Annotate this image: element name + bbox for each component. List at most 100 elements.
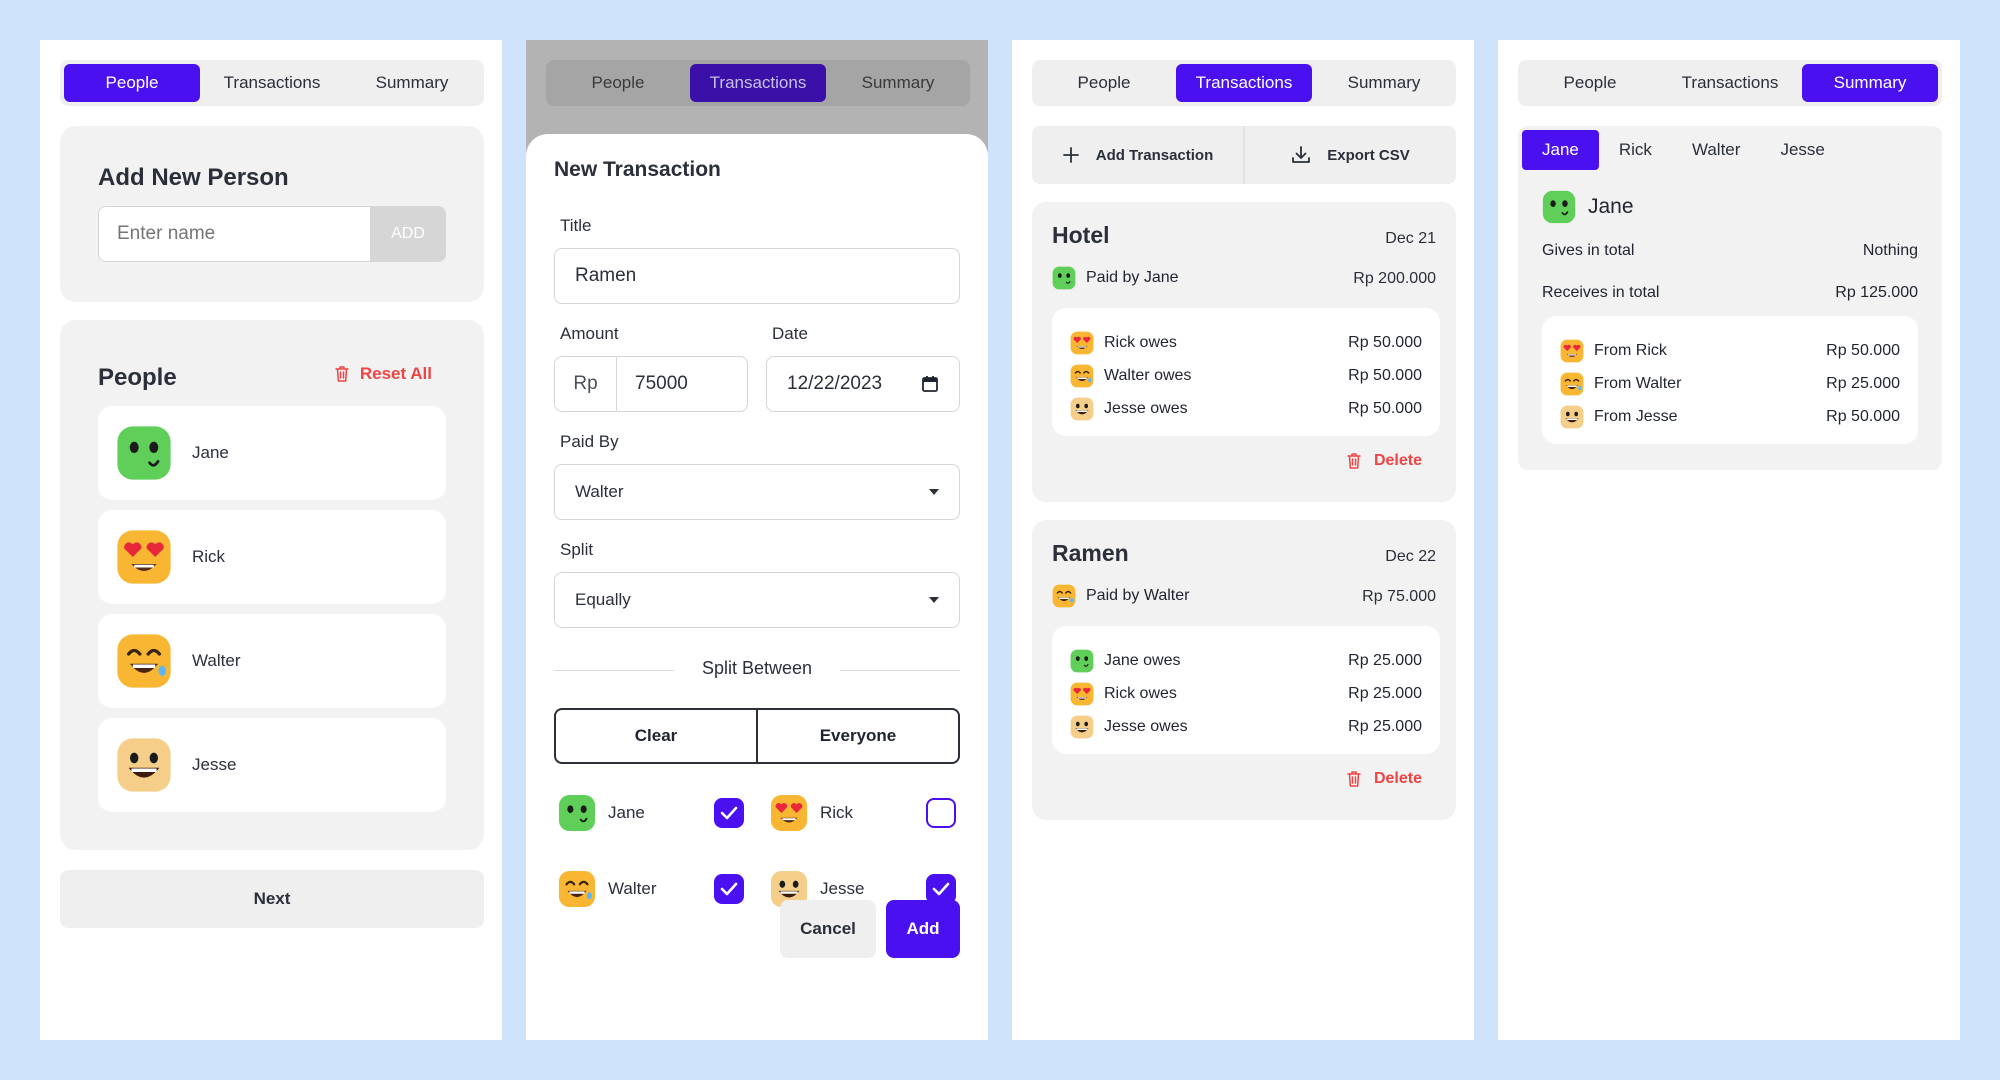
person-name: Jesse: [192, 755, 237, 774]
person-tab-walter[interactable]: Walter: [1672, 130, 1761, 170]
owe-label: Rick owes: [1104, 333, 1177, 351]
owe-label: Jesse owes: [1104, 399, 1188, 417]
participant-jane: Jane: [558, 794, 645, 832]
tab-summary[interactable]: Summary: [1316, 64, 1452, 102]
cancel-button[interactable]: Cancel: [780, 900, 876, 958]
person-tab-jane[interactable]: Jane: [1522, 130, 1599, 170]
clear-button[interactable]: Clear: [556, 710, 758, 762]
participant-checkbox-rick[interactable]: [926, 798, 956, 828]
calendar-icon[interactable]: [921, 375, 939, 393]
person-row[interactable]: Walter: [98, 614, 446, 708]
tab-people[interactable]: People: [64, 64, 200, 102]
tab-transactions[interactable]: Transactions: [1662, 64, 1798, 102]
participant-checkbox-walter[interactable]: [714, 874, 744, 904]
transaction-total: Rp 200.000: [1353, 270, 1436, 287]
person-name: Rick: [192, 547, 226, 566]
owe-row: Jesse owes Rp 25.000: [1070, 710, 1422, 743]
checkmark-icon: [720, 882, 738, 896]
add-transaction-button[interactable]: Add Transaction: [1032, 126, 1245, 184]
export-csv-button[interactable]: Export CSV: [1245, 126, 1456, 184]
paid-by-line: Paid by Walter: [1052, 584, 1189, 608]
grin-avatar-icon: [1560, 405, 1584, 429]
owe-row: Walter owes Rp 50.000: [1070, 359, 1422, 392]
amount-value: 75000: [635, 373, 688, 394]
tab-summary: Summary: [861, 73, 935, 92]
from-row: From Rick Rp 50.000: [1560, 334, 1900, 367]
title-label: Title: [560, 216, 592, 235]
title-input[interactable]: Ramen: [554, 248, 960, 304]
participant-name: Jesse: [820, 879, 865, 898]
amount-input[interactable]: Rp 75000: [554, 356, 748, 412]
date-value: 12/22/2023: [787, 373, 883, 394]
sheet-title: New Transaction: [554, 158, 721, 181]
owe-label: Jesse owes: [1104, 717, 1188, 735]
green-face-avatar-icon: [116, 425, 172, 481]
checkmark-icon: [720, 806, 738, 820]
tab-transactions[interactable]: Transactions: [1176, 64, 1312, 102]
delete-transaction-button[interactable]: Delete: [1346, 452, 1422, 470]
summary-card: Jane Rick Walter Jesse Jane Gives in tot…: [1518, 126, 1942, 470]
paid-by-label: Paid By: [560, 432, 619, 451]
owes-list: Jane owes Rp 25.000 Rick owes Rp 25.000 …: [1052, 626, 1440, 754]
paid-by-text: Paid by Walter: [1086, 587, 1190, 604]
tears-of-joy-avatar-icon: [558, 870, 596, 908]
tab-transactions: Transactions: [690, 64, 826, 102]
tab-summary[interactable]: Summary: [344, 64, 480, 102]
from-row: From Walter Rp 25.000: [1560, 367, 1900, 400]
tab-people[interactable]: People: [1036, 64, 1172, 102]
tears-of-joy-avatar-icon: [1560, 372, 1584, 396]
selected-person-name: Jane: [1588, 195, 1634, 218]
tab-bar: People Transactions Summary: [1032, 60, 1456, 106]
everyone-button[interactable]: Everyone: [758, 710, 958, 762]
participant-rick: Rick: [770, 794, 853, 832]
add-transaction-label: Add Transaction: [1095, 146, 1214, 164]
person-row[interactable]: Jane: [98, 406, 446, 500]
heart-eyes-avatar-icon: [1560, 339, 1584, 363]
participant-name: Rick: [820, 803, 854, 822]
reset-all-label: Reset All: [359, 364, 432, 383]
person-tab-rick[interactable]: Rick: [1599, 130, 1672, 170]
paid-by-select[interactable]: Walter: [554, 464, 960, 520]
owe-amount: Rp 50.000: [1348, 366, 1422, 384]
name-input[interactable]: [98, 206, 370, 262]
next-button[interactable]: Next: [60, 870, 484, 928]
split-select[interactable]: Equally: [554, 572, 960, 628]
tab-people[interactable]: People: [1522, 64, 1658, 102]
heart-eyes-avatar-icon: [770, 794, 808, 832]
tab-transactions[interactable]: Transactions: [204, 64, 340, 102]
owes-list: Rick owes Rp 50.000 Walter owes Rp 50.00…: [1052, 308, 1440, 436]
transactions-panel: People Transactions Summary Add Transact…: [1012, 40, 1474, 1040]
reset-all-button[interactable]: Reset All: [334, 364, 432, 384]
gives-label: Gives in total: [1542, 242, 1635, 259]
tears-of-joy-avatar-icon: [116, 633, 172, 689]
receives-label: Receives in total: [1542, 284, 1660, 301]
add-person-button[interactable]: ADD: [370, 206, 446, 262]
delete-transaction-button[interactable]: Delete: [1346, 770, 1422, 788]
receives-from-list: From Rick Rp 50.000 From Walter Rp 25.00…: [1542, 316, 1918, 444]
chevron-down-icon: [929, 597, 939, 603]
add-transaction-submit-button[interactable]: Add: [886, 900, 960, 958]
owe-amount: Rp 25.000: [1348, 717, 1422, 735]
tears-of-joy-avatar-icon: [1070, 364, 1094, 388]
transaction-card: Ramen Dec 22 Paid by Walter Rp 75.000 Ja…: [1032, 520, 1456, 820]
person-tab-jesse[interactable]: Jesse: [1760, 130, 1844, 170]
owe-amount: Rp 50.000: [1348, 333, 1422, 351]
selected-person: Jane: [1542, 190, 1634, 224]
delete-label: Delete: [1373, 452, 1422, 469]
paid-by-line: Paid by Jane: [1052, 266, 1179, 290]
date-input[interactable]: 12/22/2023: [766, 356, 960, 412]
gives-value: Nothing: [1862, 242, 1918, 259]
person-row[interactable]: Jesse: [98, 718, 446, 812]
from-amount: Rp 25.000: [1826, 374, 1900, 392]
tab-summary[interactable]: Summary: [1802, 64, 1938, 102]
add-person-card: Add New Person ADD: [60, 126, 484, 302]
green-face-avatar-icon: [1052, 266, 1076, 290]
paid-by-text: Paid by Jane: [1086, 269, 1179, 286]
person-name: Jane: [192, 443, 229, 462]
tears-of-joy-avatar-icon: [1052, 584, 1076, 608]
owe-row: Jesse owes Rp 50.000: [1070, 392, 1422, 425]
person-row[interactable]: Rick: [98, 510, 446, 604]
plus-icon: [1062, 147, 1079, 163]
tab-bar: People Transactions Summary: [546, 60, 970, 106]
participant-checkbox-jane[interactable]: [714, 798, 744, 828]
